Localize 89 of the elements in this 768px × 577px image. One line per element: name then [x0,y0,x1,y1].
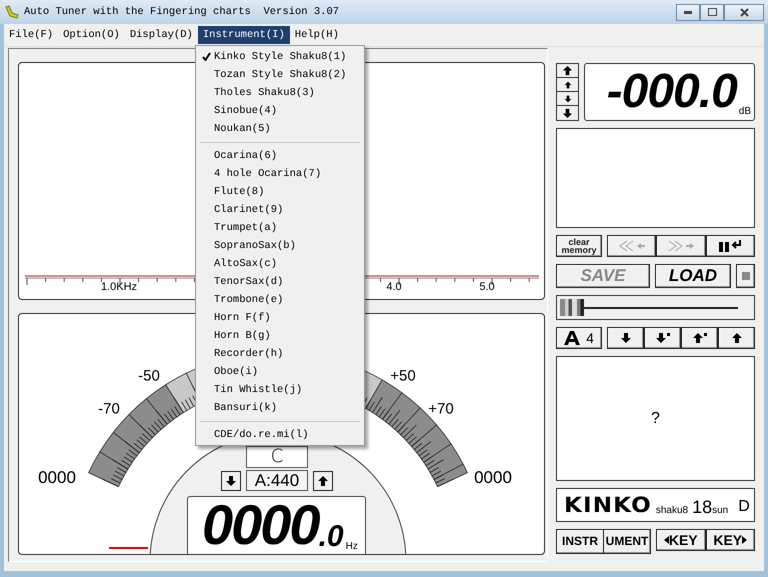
up-arrow-icon [317,475,329,487]
frequency-decimal: .0 [318,522,344,552]
frequency-value: 0000 [202,498,319,552]
playback-button[interactable] [706,235,755,257]
pause-return-icon [717,239,744,253]
down-arrow-icon [620,331,632,345]
slider-thumb[interactable] [560,299,584,316]
checkmark-icon [202,52,211,61]
close-icon [740,8,748,16]
minimize-button[interactable] [676,4,700,20]
menu-option[interactable]: AltoSax(c) [198,255,362,273]
left-reading: 0000 [38,468,76,488]
instrument-type: shaku8 [656,505,688,516]
letter-a-icon [564,331,580,345]
menu-option[interactable]: Recorder(h) [198,345,362,363]
axis-label: 1.0KHz [100,281,138,293]
down-arrow-icon [225,475,237,487]
up-arrow-icon [730,331,742,345]
level-value: -000.0 [606,67,737,117]
menu-option[interactable]: Flute(8) [198,183,362,201]
pitch-down-button[interactable] [221,471,241,491]
menu-item[interactable]: File(F) [4,26,58,44]
menu-option[interactable]: SopranoSax(b) [198,237,362,255]
rewind-icon [616,240,647,252]
up-arrow-icon [564,80,572,88]
semitone-up-button[interactable] [681,327,718,349]
menu-option[interactable]: Ocarina(6) [198,147,362,165]
stop-icon [742,272,750,280]
maximize-button[interactable] [700,4,724,20]
minimize-icon [684,10,692,14]
menu-option[interactable]: Sinobue(4) [198,102,362,120]
right-triangle-icon [742,536,748,544]
scale-label: -70 [98,400,120,418]
menu-option[interactable]: Kinko Style Shaku8(1) [198,48,362,66]
window-title: Auto Tuner with the Fingering charts Version 3.07 [24,6,340,18]
fingering-text: ? [651,410,660,428]
next-key-button[interactable]: KEY [706,529,755,551]
note-display: C [246,446,308,468]
transpose-button[interactable]: 4 [556,327,602,349]
menu-option[interactable]: Tozan Style Shaku8(2) [198,66,362,84]
menu-option[interactable]: Noukan(5) [198,120,362,138]
reference-pitch: A:440 [246,470,308,491]
level-unit: dB [738,106,751,117]
menu-option[interactable]: TenorSax(d) [198,273,362,291]
menu-option[interactable]: 4 hole Ocarina(7) [198,165,362,183]
down-arrow-plus-icon [655,331,670,345]
menu-option[interactable]: Tholes Shaku8(3) [198,84,362,102]
menu-option[interactable]: Clarinet(9) [198,201,362,219]
up-arrow-plus-icon [692,331,707,345]
down-arrow-icon [564,94,572,102]
left-triangle-icon [664,536,669,544]
instrument-button[interactable]: INSTR UMENT [556,529,651,554]
right-reading: 0000 [474,468,512,488]
instrument-key: D [738,498,750,516]
axis-label: 4.0 [386,281,402,293]
level-marker [109,547,148,549]
close-button[interactable] [724,4,764,20]
length-unit: sun [712,505,728,516]
instrument-length: 18 [692,498,712,516]
menu-item[interactable]: Option(O) [58,26,125,44]
clear-memory-button[interactable]: clear memory [556,235,602,257]
octave-up-button[interactable] [718,327,755,349]
octave-down-button[interactable] [607,327,644,349]
menu-item[interactable]: Instrument(I) [198,26,290,44]
up-arrow-icon [562,65,573,76]
axis-label: 5.0 [479,281,495,293]
menu-option[interactable]: Bansuri(k) [198,399,362,417]
menu-option[interactable]: Horn F(f) [198,309,362,327]
menu-option[interactable]: Oboe(i) [198,363,362,381]
scale-label: +70 [428,400,454,418]
menu-option[interactable]: Horn B(g) [198,327,362,345]
down-arrow-icon [562,108,573,118]
stop-button[interactable] [736,264,755,288]
menu-option[interactable]: Trumpet(a) [198,219,362,237]
scale-label: +50 [390,368,416,384]
style-name: KINKO [564,495,652,516]
menu-option[interactable]: CDE/do.re.mi(l) [198,426,362,444]
menu-option[interactable]: Trombone(e) [198,291,362,309]
menu-item[interactable]: Display(D) [124,26,198,44]
menu-option[interactable]: Tin Whistle(j) [198,381,362,399]
menu-item[interactable]: Help(H) [290,26,344,44]
previous-key-button[interactable]: KEY [656,529,706,551]
scale-label: -50 [138,368,160,384]
semitone-down-button[interactable] [644,327,681,349]
load-button[interactable]: LOAD [655,264,731,288]
frequency-unit: Hz [346,541,358,552]
step-up-button[interactable] [557,64,578,78]
pitch-up-button[interactable] [313,471,333,491]
maximize-icon [708,8,716,16]
